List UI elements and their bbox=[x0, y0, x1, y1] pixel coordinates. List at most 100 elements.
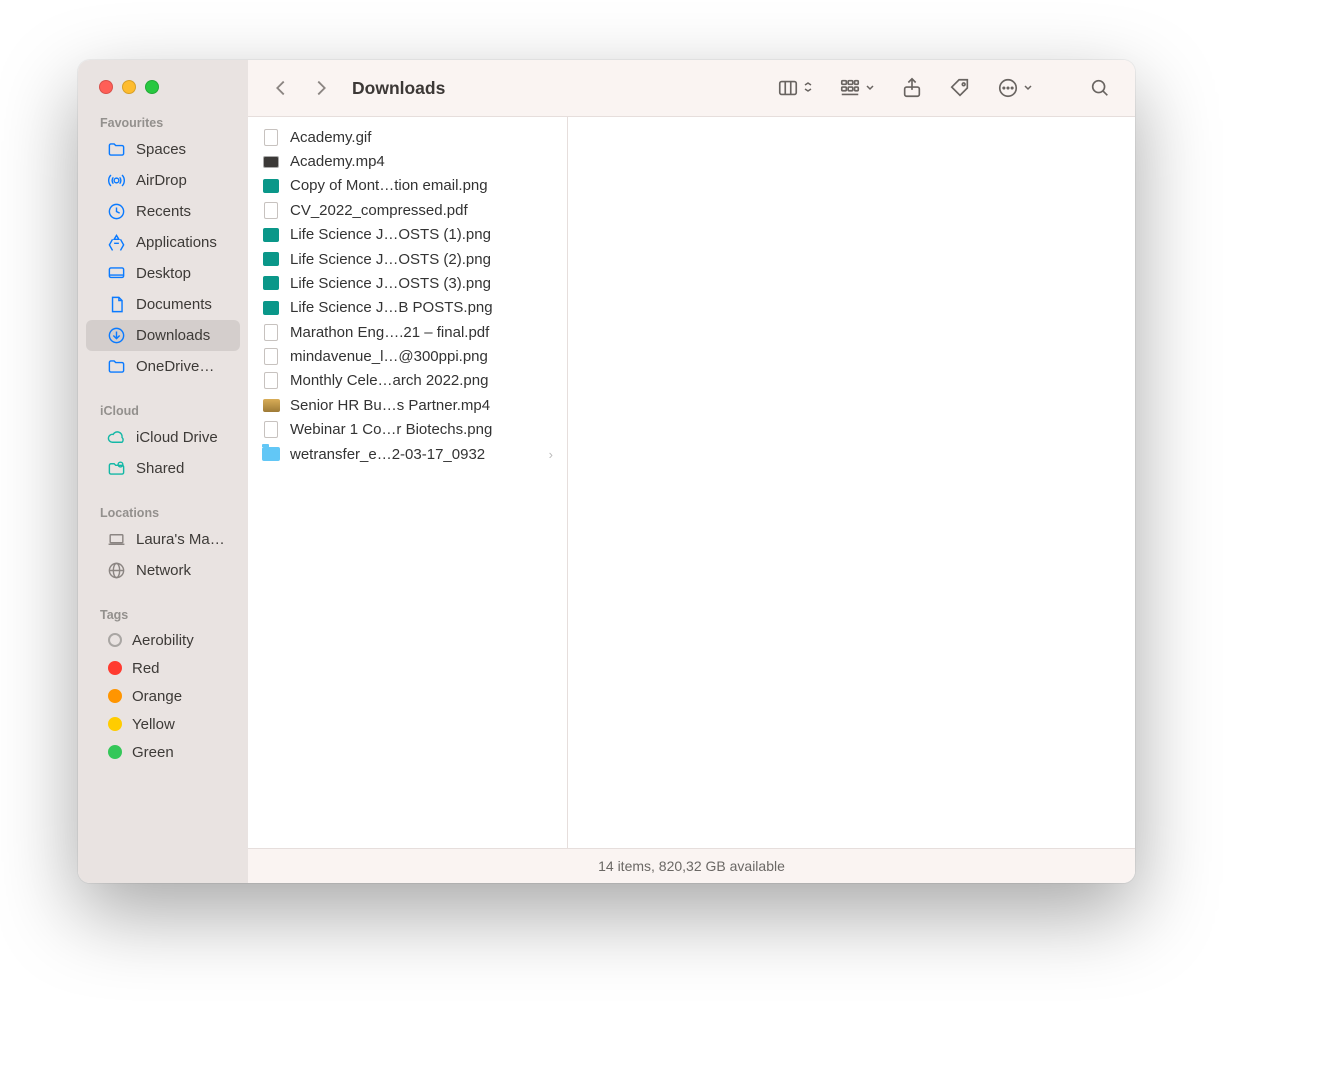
sidebar-item-label: Laura's Ma… bbox=[136, 531, 225, 548]
globe-icon bbox=[106, 561, 126, 581]
tag-dot-icon bbox=[108, 717, 122, 731]
file-row[interactable]: Monthly Cele…arch 2022.png bbox=[252, 369, 563, 393]
sidebar-item-label: AirDrop bbox=[136, 172, 187, 189]
file-name: Senior HR Bu…s Partner.mp4 bbox=[290, 397, 553, 414]
file-name: wetransfer_e…2-03-17_0932 bbox=[290, 446, 539, 463]
file-row[interactable]: Academy.mp4 bbox=[252, 149, 563, 173]
finder-window: Favourites Spaces AirDrop Recents Applicatio… bbox=[78, 60, 1135, 883]
fullscreen-button[interactable] bbox=[145, 80, 159, 94]
view-columns-button[interactable] bbox=[777, 77, 813, 99]
sidebar-item-spaces[interactable]: Spaces bbox=[86, 134, 240, 165]
file-row[interactable]: Life Science J…OSTS (1).png bbox=[252, 223, 563, 247]
file-teal-icon bbox=[262, 226, 280, 244]
file-name: Academy.gif bbox=[290, 129, 553, 146]
sidebar-item-label: Shared bbox=[136, 460, 184, 477]
sidebar-item-recents[interactable]: Recents bbox=[86, 196, 240, 227]
sidebar-item-green[interactable]: Green bbox=[86, 738, 240, 766]
file-row[interactable]: Life Science J…OSTS (2).png bbox=[252, 247, 563, 271]
sidebar-item-documents[interactable]: Documents bbox=[86, 289, 240, 320]
file-teal-icon bbox=[262, 177, 280, 195]
more-button[interactable] bbox=[997, 77, 1033, 99]
sidebar-item-downloads[interactable]: Downloads bbox=[86, 320, 240, 351]
file-row[interactable]: Senior HR Bu…s Partner.mp4 bbox=[252, 393, 563, 417]
share-button[interactable] bbox=[901, 77, 923, 99]
toolbar: Downloads bbox=[248, 60, 1135, 117]
sidebar-item-label: Aerobility bbox=[132, 632, 194, 649]
file-video-icon bbox=[262, 153, 280, 171]
apps-icon bbox=[106, 233, 126, 253]
file-row[interactable]: CV_2022_compressed.pdf bbox=[252, 198, 563, 222]
file-teal-icon bbox=[262, 274, 280, 292]
close-button[interactable] bbox=[99, 80, 113, 94]
file-name: Life Science J…OSTS (1).png bbox=[290, 226, 553, 243]
file-row[interactable]: Life Science J…OSTS (3).png bbox=[252, 271, 563, 295]
file-teal-icon bbox=[262, 299, 280, 317]
window-title: Downloads bbox=[338, 78, 445, 99]
forward-button[interactable] bbox=[304, 72, 338, 104]
file-doc-icon bbox=[262, 372, 280, 390]
column-view: Academy.gif Academy.mp4 Copy of Mont…tion … bbox=[248, 117, 1135, 848]
sidebar-item-shared[interactable]: Shared bbox=[86, 453, 240, 484]
preview-column bbox=[568, 117, 1135, 848]
sidebar-item-label: Spaces bbox=[136, 141, 186, 158]
sidebar-item-desktop[interactable]: Desktop bbox=[86, 258, 240, 289]
file-row[interactable]: Copy of Mont…tion email.png bbox=[252, 174, 563, 198]
sidebar-item-yellow[interactable]: Yellow bbox=[86, 710, 240, 738]
file-name: CV_2022_compressed.pdf bbox=[290, 202, 553, 219]
file-teal-icon bbox=[262, 250, 280, 268]
minimize-button[interactable] bbox=[122, 80, 136, 94]
cloud-icon bbox=[106, 428, 126, 448]
sidebar-item-label: OneDrive… bbox=[136, 358, 214, 375]
sidebar-item-label: Recents bbox=[136, 203, 191, 220]
file-name: Life Science J…OSTS (2).png bbox=[290, 251, 553, 268]
sidebar-item-network[interactable]: Network bbox=[86, 555, 240, 586]
file-name: Monthly Cele…arch 2022.png bbox=[290, 372, 553, 389]
sidebar-item-label: Documents bbox=[136, 296, 212, 313]
sidebar-item-applications[interactable]: Applications bbox=[86, 227, 240, 258]
folder-icon bbox=[106, 357, 126, 377]
file-doc-icon bbox=[262, 348, 280, 366]
tag-dot-icon bbox=[108, 689, 122, 703]
sidebar-item-icloud-drive[interactable]: iCloud Drive bbox=[86, 422, 240, 453]
sidebar-item-label: Orange bbox=[132, 688, 182, 705]
sidebar-item-orange[interactable]: Orange bbox=[86, 682, 240, 710]
file-row[interactable]: Academy.gif bbox=[252, 125, 563, 149]
file-name: Life Science J…OSTS (3).png bbox=[290, 275, 553, 292]
main-area: Downloads bbox=[248, 60, 1135, 883]
section-header: Favourites bbox=[78, 106, 248, 134]
file-row[interactable]: mindavenue_l…@300ppi.png bbox=[252, 344, 563, 368]
file-row[interactable]: Marathon Eng….21 – final.pdf bbox=[252, 320, 563, 344]
chevron-right-icon: › bbox=[549, 447, 553, 462]
group-button[interactable] bbox=[839, 77, 875, 99]
file-name: Academy.mp4 bbox=[290, 153, 553, 170]
sidebar-item-label: Red bbox=[132, 660, 160, 677]
file-row[interactable]: Webinar 1 Co…r Biotechs.png bbox=[252, 418, 563, 442]
sidebar-item-laura-s-ma-[interactable]: Laura's Ma… bbox=[86, 524, 240, 555]
tag-button[interactable] bbox=[949, 77, 971, 99]
sidebar-item-aerobility[interactable]: Aerobility bbox=[86, 626, 240, 654]
sidebar-item-red[interactable]: Red bbox=[86, 654, 240, 682]
file-column: Academy.gif Academy.mp4 Copy of Mont…tion … bbox=[248, 117, 568, 848]
file-row[interactable]: Life Science J…B POSTS.png bbox=[252, 296, 563, 320]
file-folder-icon bbox=[262, 445, 280, 463]
sidebar-item-label: Applications bbox=[136, 234, 217, 251]
desktop-icon bbox=[106, 264, 126, 284]
file-doc-icon bbox=[262, 128, 280, 146]
traffic-lights bbox=[78, 60, 248, 106]
sidebar-item-label: Yellow bbox=[132, 716, 175, 733]
sidebar-item-label: Network bbox=[136, 562, 191, 579]
file-name: Life Science J…B POSTS.png bbox=[290, 299, 553, 316]
back-button[interactable] bbox=[264, 72, 298, 104]
file-row[interactable]: wetransfer_e…2-03-17_0932 › bbox=[252, 442, 563, 466]
search-button[interactable] bbox=[1089, 77, 1111, 99]
sidebar-item-airdrop[interactable]: AirDrop bbox=[86, 165, 240, 196]
file-pic-icon bbox=[262, 396, 280, 414]
file-name: Copy of Mont…tion email.png bbox=[290, 177, 553, 194]
file-name: Webinar 1 Co…r Biotechs.png bbox=[290, 421, 553, 438]
file-name: Marathon Eng….21 – final.pdf bbox=[290, 324, 553, 341]
section-header: Tags bbox=[78, 598, 248, 626]
sidebar-item-onedrive-[interactable]: OneDrive… bbox=[86, 351, 240, 382]
tag-dot-icon bbox=[108, 633, 122, 647]
file-doc-icon bbox=[262, 323, 280, 341]
sidebar-item-label: Downloads bbox=[136, 327, 210, 344]
